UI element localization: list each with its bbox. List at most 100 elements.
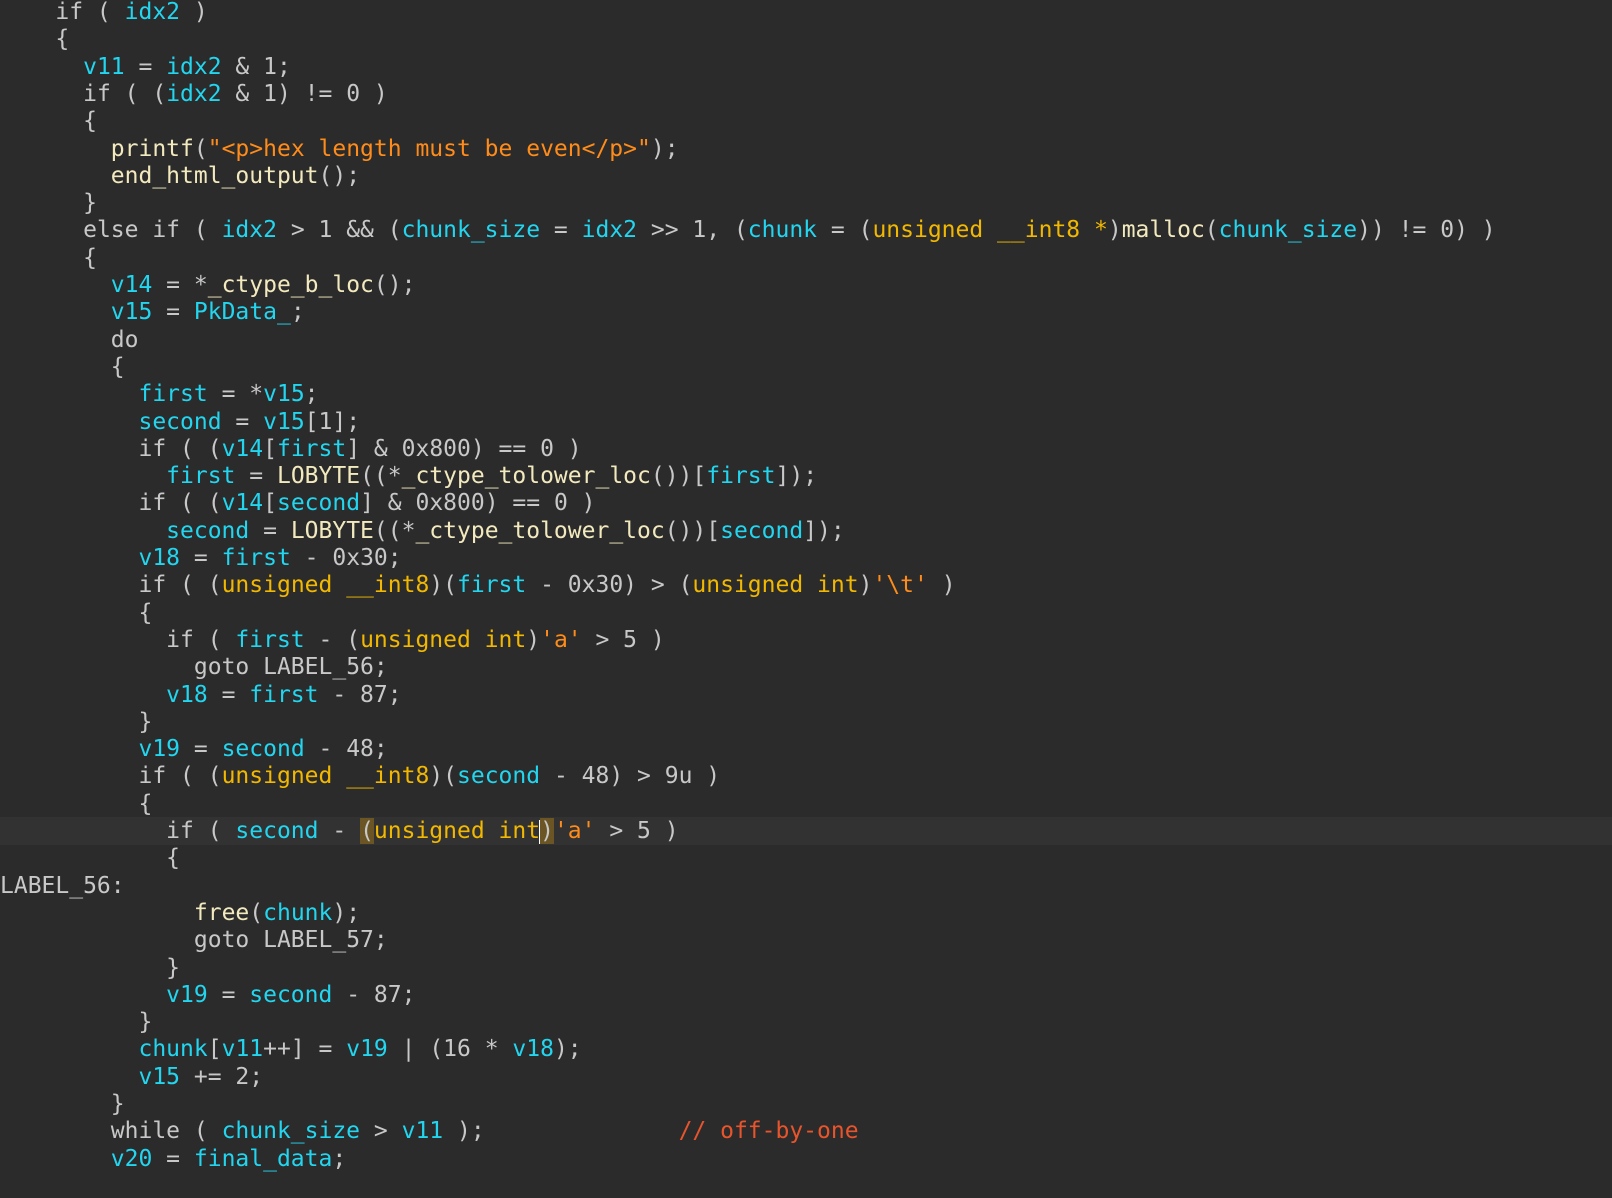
code-line[interactable]: chunk[v11++] = v19 | (16 * v18);: [0, 1035, 1612, 1063]
code-line[interactable]: v11 = idx2 & 1;: [0, 53, 1612, 81]
code-line[interactable]: if ( (unsigned __int8)(first - 0x30) > (…: [0, 571, 1612, 599]
code-token-plain: ++] =: [263, 1036, 347, 1063]
code-line[interactable]: v15 += 2;: [0, 1063, 1612, 1091]
code-editor[interactable]: if ( idx2 ) { v11 = idx2 & 1; if ( (idx2…: [0, 0, 1612, 1198]
code-token-str: 'a': [540, 626, 582, 653]
code-token-plain: else if (: [83, 217, 222, 244]
code-line[interactable]: if ( (idx2 & 1) != 0 ): [0, 80, 1612, 108]
code-line[interactable]: {: [0, 25, 1612, 53]
code-token-type: unsigned __int8: [221, 572, 430, 599]
code-line[interactable]: while ( chunk_size > v11 ); // off-by-on…: [0, 1117, 1612, 1145]
code-line[interactable]: else if ( idx2 > 1 && (chunk_size = idx2…: [0, 216, 1612, 244]
code-token-plain: }: [166, 954, 181, 981]
code-line[interactable]: end_html_output();: [0, 162, 1612, 190]
code-line[interactable]: goto LABEL_57;: [0, 926, 1612, 954]
code-line[interactable]: first = LOBYTE((*_ctype_tolower_loc())[f…: [0, 462, 1612, 490]
code-line[interactable]: if ( first - (unsigned int)'a' > 5 ): [0, 626, 1612, 654]
code-token-plain: }: [138, 708, 153, 735]
code-token-plain: goto LABEL_57;: [193, 927, 388, 954]
code-token-var: v15: [263, 381, 305, 408]
code-token-plain: );: [332, 899, 361, 926]
code-token-plain: ] & 0x800) == 0 ): [360, 490, 596, 517]
code-token-func: _ctype_tolower_loc: [401, 463, 651, 490]
code-token-plain: =: [124, 53, 167, 80]
code-line[interactable]: v18 = first - 87;: [0, 681, 1612, 709]
code-token-var: v19: [138, 736, 181, 763]
code-line[interactable]: do: [0, 326, 1612, 354]
code-token-var: second: [166, 517, 250, 544]
code-line[interactable]: if ( idx2 ): [0, 0, 1612, 26]
code-token-var: v11: [221, 1036, 264, 1063]
code-token-plain: }: [138, 1009, 153, 1036]
code-line[interactable]: }: [0, 189, 1612, 217]
code-token-plain: goto LABEL_56;: [193, 654, 388, 681]
code-token-plain: ] & 0x800) == 0 ): [346, 435, 582, 462]
code-line[interactable]: {: [0, 107, 1612, 135]
code-token-plain: }: [83, 190, 97, 217]
code-token-func: _ctype_tolower_loc: [415, 517, 665, 544]
code-line[interactable]: {: [0, 790, 1612, 818]
code-line[interactable]: {: [0, 599, 1612, 627]
code-token-var: chunk: [263, 899, 333, 926]
code-token-plain: ();: [373, 272, 416, 298]
code-line[interactable]: v18 = first - 0x30;: [0, 544, 1612, 572]
code-line[interactable]: {: [0, 844, 1612, 872]
code-line[interactable]: goto LABEL_56;: [0, 653, 1612, 681]
code-token-var: final_data: [193, 1145, 333, 1172]
code-line[interactable]: if ( (v14[first] & 0x800) == 0 ): [0, 435, 1612, 463]
code-token-var: first: [706, 463, 776, 490]
code-token-var: v15: [110, 299, 153, 326]
code-line[interactable]: LABEL_56:: [0, 872, 1612, 900]
code-line[interactable]: v20 = final_data;: [0, 1145, 1612, 1173]
code-line[interactable]: v19 = second - 48;: [0, 735, 1612, 763]
code-line[interactable]: printf("<p>hex length must be even</p>")…: [0, 135, 1612, 163]
code-line[interactable]: {: [0, 244, 1612, 272]
code-line[interactable]: free(chunk);: [0, 899, 1612, 927]
code-line[interactable]: {: [0, 353, 1612, 381]
code-token-var: first: [166, 463, 236, 490]
code-token-plain: LABEL_56:: [0, 872, 125, 899]
code-token-plain: {: [138, 790, 153, 817]
code-token-func: end_html_output: [110, 162, 319, 189]
code-line[interactable]: second = LOBYTE((*_ctype_tolower_loc())[…: [0, 517, 1612, 545]
code-line[interactable]: }: [0, 708, 1612, 736]
code-line[interactable]: if ( (unsigned __int8)(second - 48) > 9u…: [0, 762, 1612, 790]
code-token-plain: | (16 *: [387, 1036, 513, 1063]
code-token-plain: >> 1, (: [637, 217, 748, 244]
code-line[interactable]: }: [0, 954, 1612, 982]
code-token-var: idx2: [124, 0, 181, 25]
code-line[interactable]: second = v15[1];: [0, 408, 1612, 436]
code-token-plain: );: [650, 135, 679, 162]
code-line[interactable]: v14 = *_ctype_b_loc();: [0, 271, 1612, 299]
code-token-pad: [485, 1118, 679, 1144]
code-token-plain: > 5 ): [581, 626, 665, 653]
code-token-hl: ): [540, 818, 554, 844]
code-line[interactable]: first = *v15;: [0, 380, 1612, 408]
code-line-current[interactable]: if ( second - (unsigned int)'a' > 5 ): [0, 817, 1612, 845]
code-line[interactable]: v19 = second - 87;: [0, 981, 1612, 1009]
code-line[interactable]: }: [0, 1008, 1612, 1036]
code-token-func: malloc: [1121, 217, 1205, 244]
code-token-var: v15: [263, 408, 305, 435]
code-token-plain: ]);: [803, 517, 845, 544]
code-token-var: idx2: [221, 217, 277, 244]
code-line[interactable]: }: [0, 1090, 1612, 1118]
code-token-type: unsigned __int8: [221, 763, 430, 790]
code-token-var: chunk_size: [221, 1118, 361, 1145]
code-token-var: first: [235, 626, 305, 653]
code-token-var: idx2: [581, 217, 638, 244]
code-line[interactable]: v15 = PkData_;: [0, 298, 1612, 326]
code-line[interactable]: if ( (v14[second] & 0x800) == 0 ): [0, 489, 1612, 517]
code-token-plain: (: [249, 899, 264, 926]
